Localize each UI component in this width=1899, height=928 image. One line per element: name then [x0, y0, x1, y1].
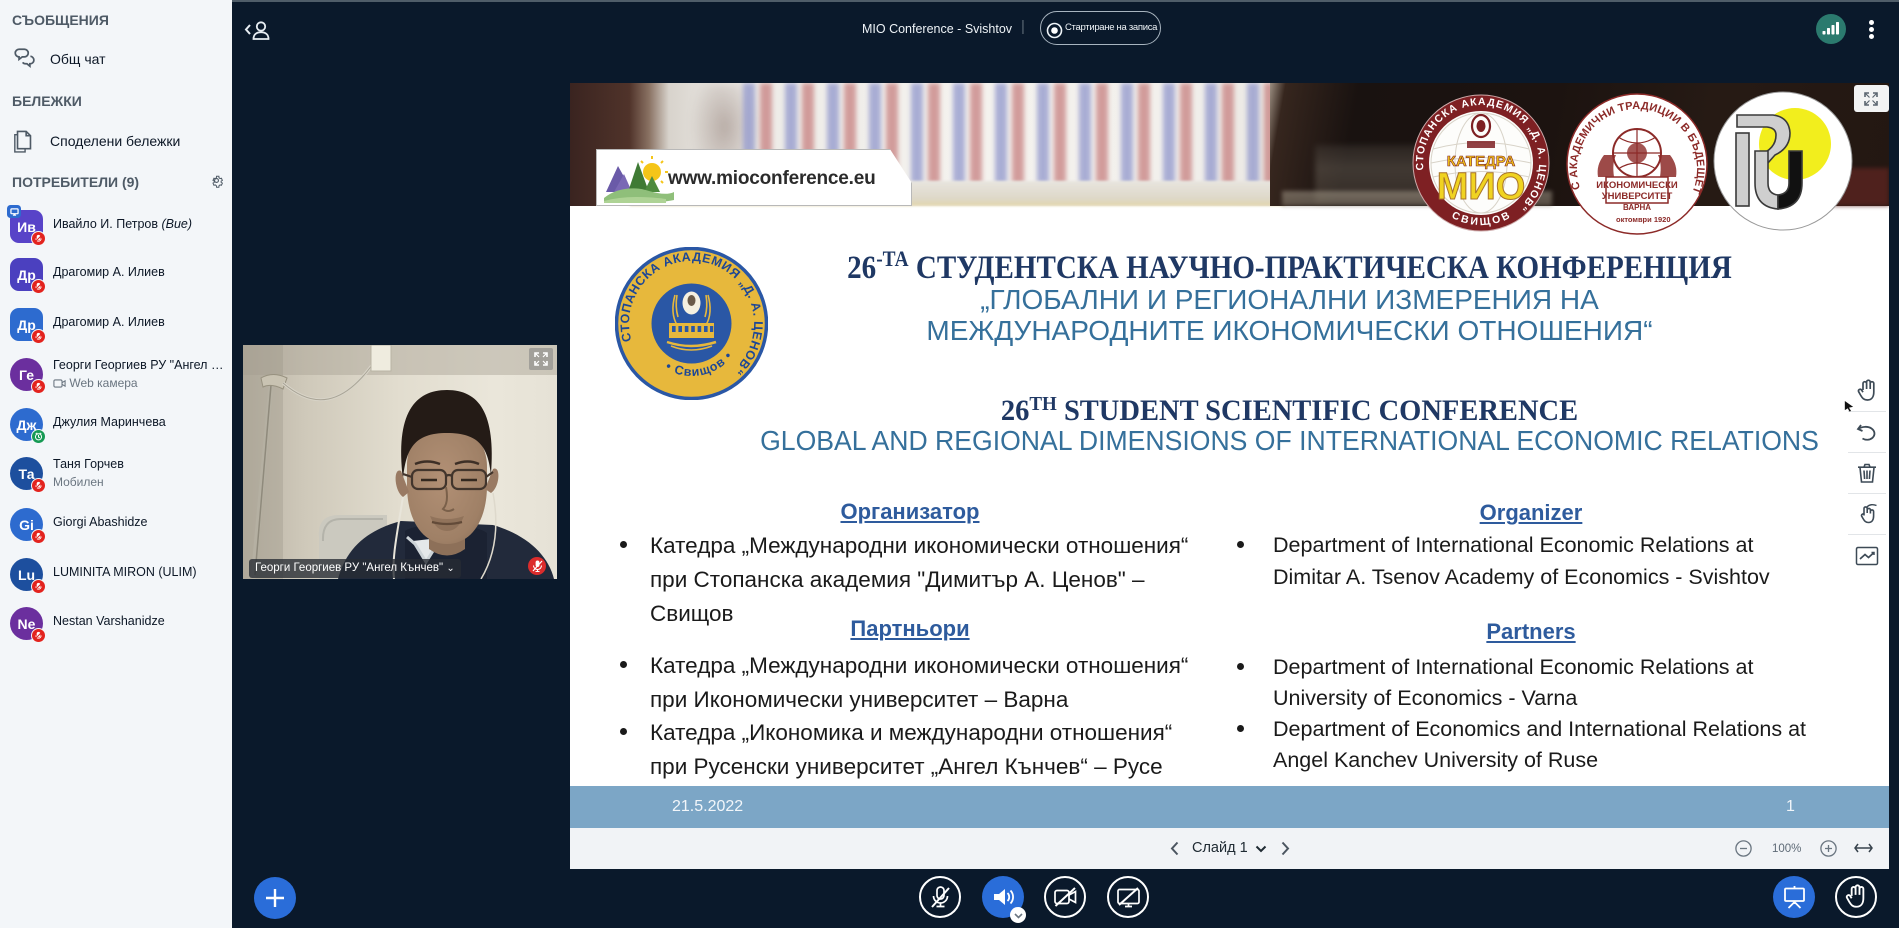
svg-text:УНИВЕРСИТЕТ: УНИВЕРСИТЕТ [1602, 191, 1673, 202]
svg-text:ИКОНОМИЧЕСКИ: ИКОНОМИЧЕСКИ [1596, 180, 1678, 191]
svg-text:МИО: МИО [1437, 166, 1526, 208]
svg-text:октомври 1920: октомври 1920 [1616, 215, 1671, 224]
svg-text:ВАРНА: ВАРНА [1623, 203, 1651, 212]
